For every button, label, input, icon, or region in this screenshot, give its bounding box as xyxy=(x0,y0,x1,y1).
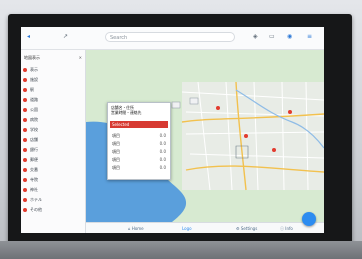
popup-row-value: 0.0 xyxy=(159,149,166,154)
layer-sidebar: 地図表示 ✕ 表示施設駅道路公園病院学校店舗銀行郵便交番寺院神社ホテルその他 xyxy=(21,50,86,233)
sidebar-title: 地図表示 xyxy=(24,55,40,60)
marker-dot-icon xyxy=(23,108,27,112)
sidebar-item[interactable]: 道路 xyxy=(23,96,83,104)
brand-logo: Logo xyxy=(182,226,192,231)
search-input[interactable]: Search xyxy=(105,32,235,42)
sidebar-item[interactable]: 施設 xyxy=(23,76,83,84)
marker-dot-icon xyxy=(23,158,27,162)
info-icon: ⓘ xyxy=(280,226,284,231)
share-icon[interactable]: ↗ xyxy=(63,33,68,41)
sidebar-item-label: 学校 xyxy=(30,127,38,132)
sidebar-item[interactable]: 郵便 xyxy=(23,156,83,164)
marker-dot-icon xyxy=(23,188,27,192)
sidebar-item[interactable]: ホテル xyxy=(23,196,83,204)
popup-row-label: 項目 xyxy=(112,157,120,162)
sidebar-item[interactable]: 店舗 xyxy=(23,136,83,144)
app-screen: ◂ ↗ Search ◈ ▭ ◉ ≡ 地図表示 ✕ 表示 施設駅道路 公園 病院 学校店… xyxy=(21,27,324,233)
popup-row: 項目 0.0 xyxy=(112,165,166,171)
popup-row-label: 項目 xyxy=(112,149,120,154)
marker-dot-icon xyxy=(23,198,27,202)
popup-row-value: 0.0 xyxy=(159,141,166,146)
sidebar-item-label: その他 xyxy=(30,207,42,212)
sidebar-item-label: 郵便 xyxy=(30,157,38,162)
marker-dot-icon xyxy=(23,128,27,132)
layers-icon[interactable]: ◈ xyxy=(253,33,258,41)
marker-dot-icon xyxy=(23,118,27,122)
sidebar-item[interactable]: 寺院 xyxy=(23,176,83,184)
popup-row-value: 0.0 xyxy=(159,157,166,162)
sidebar-item[interactable]: 学校 xyxy=(23,126,83,134)
sidebar-item-label: 駅 xyxy=(30,87,34,92)
sidebar-item-label: 寺院 xyxy=(30,177,38,182)
popup-row: 項目 0.0 xyxy=(112,157,166,163)
sidebar-item-label: 表示 xyxy=(30,67,38,72)
popup-row-label: 項目 xyxy=(112,133,120,138)
sidebar-header: 地図表示 ✕ xyxy=(24,54,82,62)
tab-info[interactable]: ⓘ Info xyxy=(280,225,293,232)
menu-icon[interactable]: ≡ xyxy=(307,33,312,41)
sidebar-item[interactable]: 交番 xyxy=(23,166,83,174)
location-icon[interactable]: ◉ xyxy=(287,33,292,41)
bottom-tab-bar: ⌂ Home Logo ⚙ Settings ⓘ Info xyxy=(86,222,324,233)
marker-dot-icon xyxy=(23,78,27,82)
sidebar-item-label: 病院 xyxy=(30,117,38,122)
sidebar-item-label: 神社 xyxy=(30,187,38,192)
bookmark-icon[interactable]: ▭ xyxy=(269,33,275,41)
sidebar-item[interactable]: 公園 xyxy=(23,106,83,114)
back-icon[interactable]: ◂ xyxy=(27,33,30,41)
popup-row: 項目 0.0 xyxy=(112,133,166,139)
sidebar-item-label: 道路 xyxy=(30,97,38,102)
popup-row-value: 0.0 xyxy=(159,165,166,170)
tab-settings[interactable]: ⚙ Settings xyxy=(236,225,257,232)
marker-dot-icon xyxy=(23,168,27,172)
sidebar-item-label: 交番 xyxy=(30,167,38,172)
tab-home[interactable]: ⌂ Home xyxy=(128,225,144,232)
popup-row-value: 0.0 xyxy=(159,133,166,138)
table-edge xyxy=(0,241,362,259)
sidebar-item-label: 銀行 xyxy=(30,147,38,152)
marker-dot-icon xyxy=(23,88,27,92)
sidebar-item[interactable]: その他 xyxy=(23,206,83,214)
close-icon[interactable]: ✕ xyxy=(79,54,82,62)
info-popup[interactable]: 店舗名・住所 営業時間・連絡先 Selected 項目 0.0 項目 0.0 項目 0.0… xyxy=(107,102,171,180)
popup-title: 店舗名・住所 営業時間・連絡先 xyxy=(111,105,142,115)
sidebar-item[interactable]: 表示 xyxy=(23,66,83,74)
top-toolbar: ◂ ↗ Search ◈ ▭ ◉ ≡ xyxy=(21,27,324,50)
marker-dot-icon xyxy=(23,148,27,152)
popup-row: 項目 0.0 xyxy=(112,141,166,147)
home-icon: ⌂ xyxy=(128,226,131,231)
marker-dot-icon xyxy=(23,208,27,212)
sidebar-item-label: 公園 xyxy=(30,107,38,112)
sidebar-item-label: ホテル xyxy=(30,197,42,202)
sidebar-item-label: 施設 xyxy=(30,77,38,82)
popup-selected-bar[interactable]: Selected xyxy=(110,121,168,128)
marker-dot-icon xyxy=(23,178,27,182)
marker-dot-icon xyxy=(23,138,27,142)
marker-dot-icon xyxy=(23,68,27,72)
gear-icon: ⚙ xyxy=(236,226,240,231)
sidebar-item[interactable]: 病院 xyxy=(23,116,83,124)
marker-dot-icon xyxy=(23,98,27,102)
popup-row-label: 項目 xyxy=(112,165,120,170)
location-fab-button[interactable] xyxy=(302,212,316,226)
sidebar-item[interactable]: 銀行 xyxy=(23,146,83,154)
sidebar-item[interactable]: 駅 xyxy=(23,86,83,94)
sidebar-item[interactable]: 神社 xyxy=(23,186,83,194)
popup-row-label: 項目 xyxy=(112,141,120,146)
sidebar-item-label: 店舗 xyxy=(30,137,38,142)
popup-row: 項目 0.0 xyxy=(112,149,166,155)
